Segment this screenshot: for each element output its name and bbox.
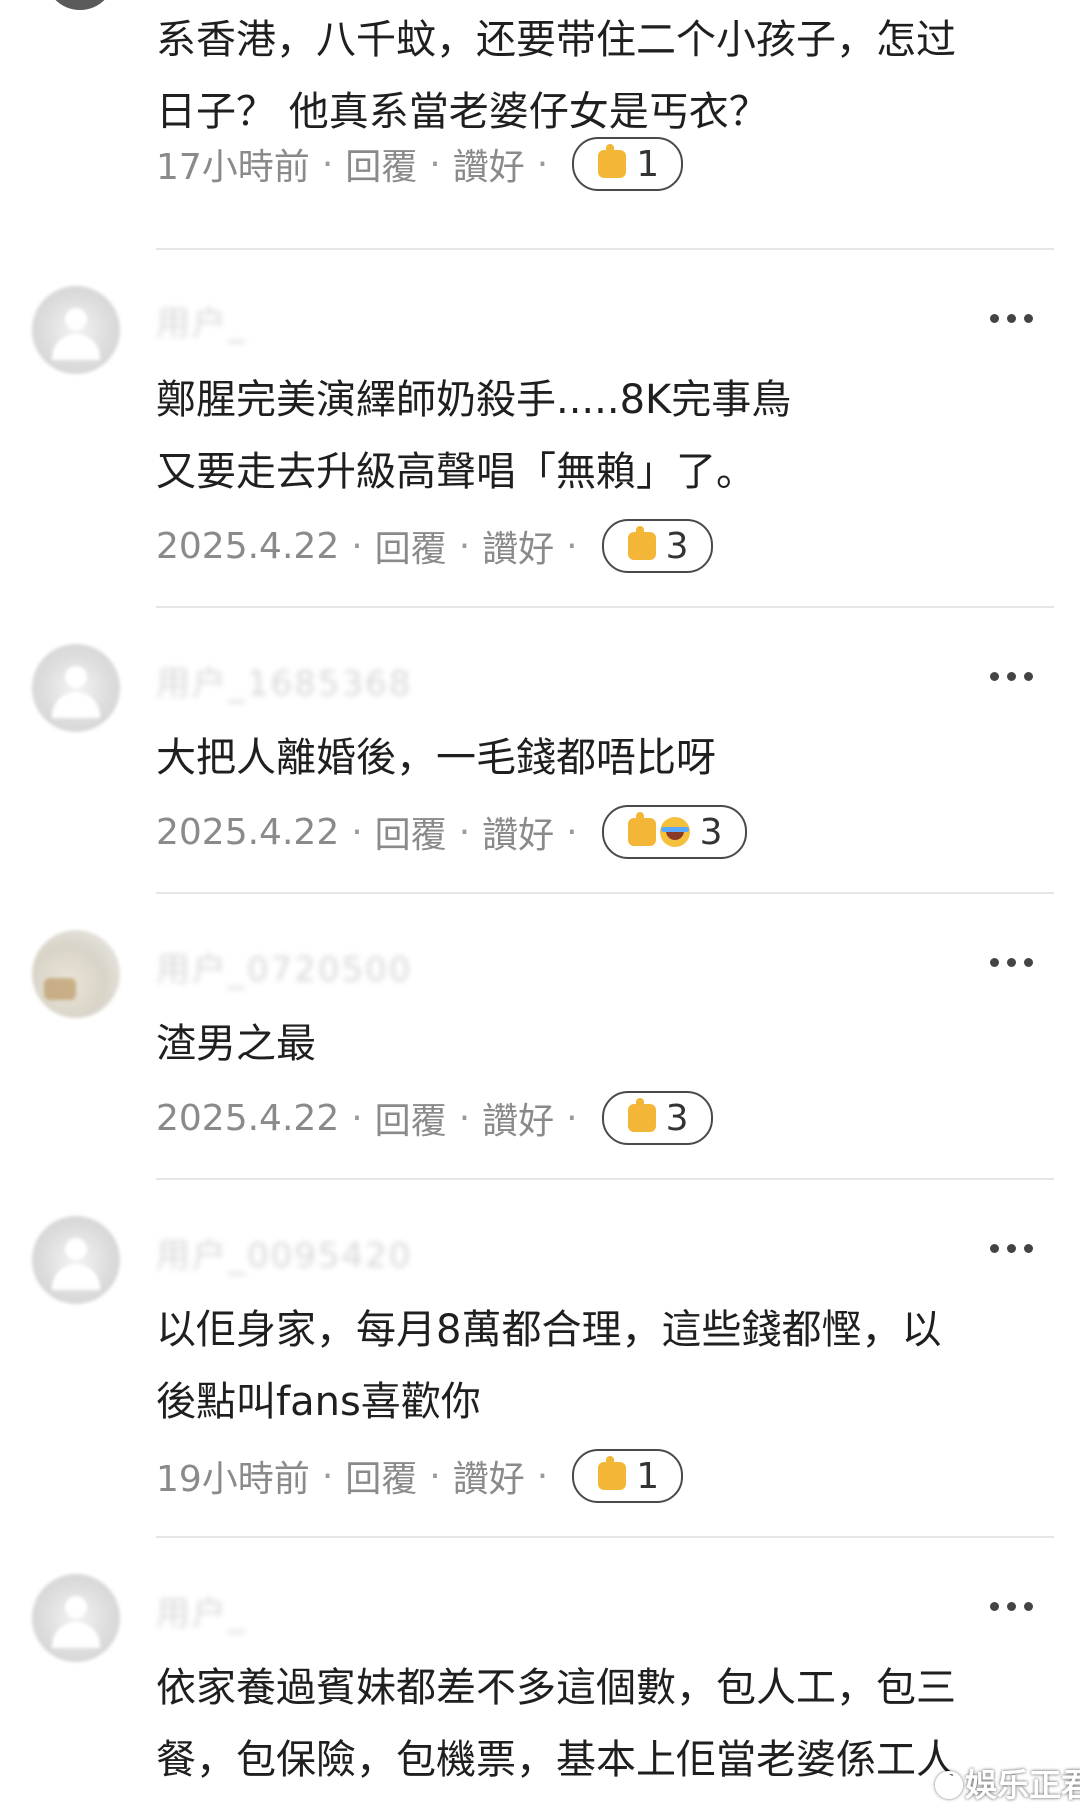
comment-meta: 17小時前 · 回覆 · 讚好 · 1 xyxy=(156,137,684,191)
reaction-count: 3 xyxy=(665,1097,689,1139)
like-link[interactable]: 讚好 xyxy=(482,1092,554,1144)
reaction-pill[interactable]: 3 xyxy=(601,805,747,859)
like-link[interactable]: 讚好 xyxy=(482,806,554,858)
comment-text: 鄭腥完美演繹師奶殺手.....8K完事鳥 又要走去升級高聲唱「無賴」了。 xyxy=(156,377,792,495)
comment-meta: 2025.4.22 · 回覆 · 讚好 · 3 xyxy=(156,1091,713,1145)
reaction-count: 3 xyxy=(699,811,723,853)
comment-text: 系香港，八千蚊，还要带住二个小孩子，怎过 日子？ 他真系當老婆仔女是丐衣？ xyxy=(156,17,956,135)
comment-text: 以佢身家，每月8萬都合理，這些錢都慳，以 後點叫fans喜歡你 xyxy=(156,1307,942,1425)
like-link[interactable]: 讚好 xyxy=(453,1450,525,1502)
reply-link[interactable]: 回覆 xyxy=(345,1450,417,1502)
reaction-pill[interactable]: 3 xyxy=(601,1091,713,1145)
divider xyxy=(156,1536,1054,1538)
thumbs-up-icon xyxy=(598,1456,627,1490)
thumbs-up-icon xyxy=(627,526,656,560)
username[interactable]: 用户_1685368 xyxy=(156,656,412,704)
watermark: 娛乐正君 xyxy=(935,1760,1080,1806)
comment-time: 19小時前 xyxy=(156,1459,310,1500)
avatar[interactable] xyxy=(45,0,115,10)
thumbs-up-icon xyxy=(627,1098,656,1132)
more-options-icon[interactable] xyxy=(990,1240,1038,1256)
reply-link[interactable]: 回覆 xyxy=(375,520,447,572)
comment-text: 渣男之最 xyxy=(156,1021,316,1067)
more-options-icon[interactable] xyxy=(990,954,1038,970)
comment-time: 2025.4.22 xyxy=(156,811,340,853)
comment-text: 大把人離婚後，一毛錢都唔比呀 xyxy=(156,735,716,781)
reaction-pill[interactable]: 3 xyxy=(601,519,713,573)
reaction-pill[interactable]: 1 xyxy=(572,1449,684,1503)
reply-link[interactable]: 回覆 xyxy=(375,1092,447,1144)
thumbs-up-icon xyxy=(598,144,627,178)
comment-meta: 19小時前 · 回覆 · 讚好 · 1 xyxy=(156,1449,684,1503)
thumbs-up-icon xyxy=(627,812,656,846)
comment-time: 2025.4.22 xyxy=(156,1097,340,1139)
reply-link[interactable]: 回覆 xyxy=(375,806,447,858)
reaction-count: 1 xyxy=(636,1455,660,1497)
avatar[interactable] xyxy=(32,286,120,374)
comment-time: 17小時前 xyxy=(156,147,310,188)
divider xyxy=(156,1178,1054,1180)
comment-text: 依家養過賓妹都差不多這個數，包人工，包三 餐，包保險，包機票，基本上佢當老婆係工… xyxy=(156,1665,956,1783)
divider xyxy=(156,892,1054,894)
divider xyxy=(156,248,1054,250)
avatar[interactable] xyxy=(32,644,120,732)
reaction-pill[interactable]: 1 xyxy=(572,137,684,191)
divider xyxy=(156,606,1054,608)
comment-time: 2025.4.22 xyxy=(156,525,340,567)
comment-meta: 2025.4.22 · 回覆 · 讚好 · 3 xyxy=(156,519,713,573)
watermark-logo-icon xyxy=(935,1771,963,1799)
username[interactable]: 用户_0095420 xyxy=(156,1228,412,1276)
avatar[interactable] xyxy=(32,930,120,1018)
reaction-count: 3 xyxy=(665,525,689,567)
avatar[interactable] xyxy=(32,1574,120,1662)
reply-link[interactable]: 回覆 xyxy=(345,138,417,190)
avatar[interactable] xyxy=(32,1216,120,1304)
username[interactable]: 用户_0720500 xyxy=(156,942,412,990)
reaction-count: 1 xyxy=(636,143,660,185)
more-options-icon[interactable] xyxy=(990,668,1038,684)
like-link[interactable]: 讚好 xyxy=(482,520,554,572)
more-options-icon[interactable] xyxy=(990,1598,1038,1614)
like-link[interactable]: 讚好 xyxy=(453,138,525,190)
more-options-icon[interactable] xyxy=(990,310,1038,326)
comment-meta: 2025.4.22 · 回覆 · 讚好 · 3 xyxy=(156,805,747,859)
username[interactable]: 用户_ xyxy=(156,296,247,344)
laughing-face-icon xyxy=(659,817,690,847)
username[interactable]: 用户_ xyxy=(156,1586,247,1634)
